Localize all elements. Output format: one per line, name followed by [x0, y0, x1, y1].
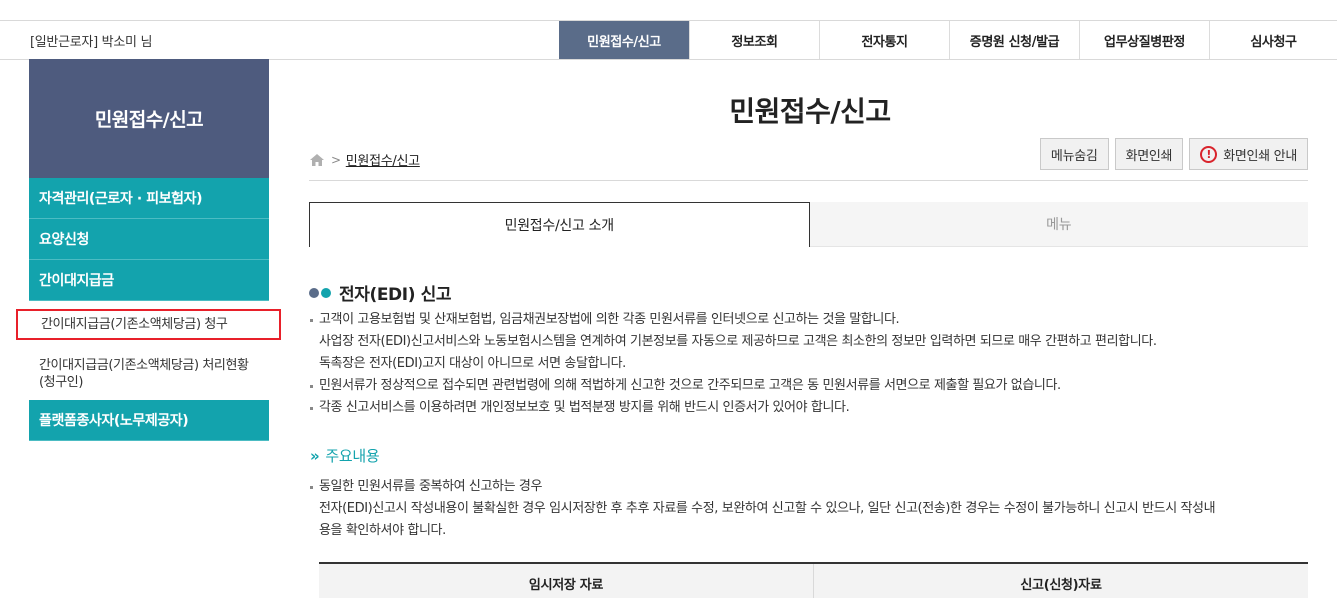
home-icon[interactable]: [309, 153, 325, 167]
sidebar-menu: 자격관리(근로자 · 피보험자) 요양신청 간이대지급금 간이대지급금(기존소액…: [16, 178, 281, 441]
tab-bar: 민원접수/신고 소개 메뉴: [309, 202, 1308, 247]
tab-menu[interactable]: 메뉴: [809, 202, 1308, 247]
sidebar-item-qualification[interactable]: 자격관리(근로자 · 피보험자): [29, 178, 269, 219]
list-item: 민원서류가 정상적으로 접수되면 관련법령에 의해 적법하게 신고한 것으로 간…: [309, 375, 1329, 397]
list-item: 동일한 민원서류를 중복하여 신고하는 경우: [309, 476, 1334, 498]
print-button[interactable]: 화면인쇄: [1114, 138, 1184, 170]
sidebar-item-medical-care[interactable]: 요양신청: [29, 219, 269, 260]
global-nav: 민원접수/신고 정보조회 전자통지 증명원 신청/발급 업무상질병판정 심사청구: [559, 21, 1337, 59]
subsection-title: » 주요내용: [310, 445, 380, 466]
subsection-title-text: 주요내용: [325, 447, 380, 465]
print-guide-button[interactable]: ! 화면인쇄 안내: [1189, 138, 1308, 170]
comparison-table-header: 임시저장 자료 신고(신청)자료: [319, 562, 1308, 598]
breadcrumb-current[interactable]: 민원접수/신고: [346, 150, 420, 169]
sidebar-submenu: 간이대지급금(기존소액체당금) 청구 간이대지급금(기존소액체당금) 처리현황(…: [16, 301, 281, 400]
nav-item-e-notice[interactable]: 전자통지: [819, 21, 949, 59]
page-title: 민원접수/신고: [729, 95, 891, 128]
sidebar-item-simple-payment[interactable]: 간이대지급금: [29, 260, 269, 301]
hide-menu-button[interactable]: 메뉴숨김: [1039, 138, 1109, 170]
list-item: 전자(EDI)신고시 작성내용이 불확실한 경우 임시저장한 후 추후 자료를 …: [319, 501, 1216, 516]
list-item: 독촉장은 전자(EDI)고지 대상이 아니므로 서면 송달합니다.: [319, 356, 626, 371]
top-strip: [0, 0, 1337, 20]
sidebar-header: 민원접수/신고: [29, 59, 269, 178]
info-icon: !: [1200, 145, 1218, 163]
sidebar-subitem-status[interactable]: 간이대지급금(기존소액체당금) 처리현황(청구인): [29, 354, 269, 394]
table-header-submitted: 신고(신청)자료: [813, 564, 1308, 598]
divider: [309, 180, 1308, 181]
list-item: 각종 신고서비스를 이용하려면 개인정보보호 및 법적분쟁 방지를 위해 반드시…: [309, 397, 1329, 419]
print-guide-label: 화면인쇄 안내: [1223, 148, 1297, 164]
bullet-dots-icon: [309, 287, 331, 298]
list-item: 사업장 전자(EDI)신고서비스와 노동보험시스템을 연계하여 기본정보를 자동…: [319, 334, 1157, 349]
edi-description-list: 고객이 고용보험법 및 산재보험법, 임금채권보장법에 의한 각종 민원서류를 …: [309, 309, 1329, 419]
list-item: 용을 확인하셔야 합니다.: [319, 523, 446, 538]
nav-item-info-inquiry[interactable]: 정보조회: [689, 21, 819, 59]
user-name: [일반근로자] 박소미 님: [30, 35, 153, 50]
top-bar: [일반근로자] 박소미 님 민원접수/신고 정보조회 전자통지 증명원 신청/발…: [0, 20, 1337, 60]
nav-item-appeal[interactable]: 심사청구: [1209, 21, 1337, 59]
chevron-right-icon: >: [331, 152, 341, 167]
nav-item-certificate[interactable]: 증명원 신청/발급: [949, 21, 1079, 59]
list-item: 고객이 고용보험법 및 산재보험법, 임금채권보장법에 의한 각종 민원서류를 …: [309, 309, 1329, 331]
main-content-list: 동일한 민원서류를 중복하여 신고하는 경우 전자(EDI)신고시 작성내용이 …: [309, 476, 1334, 542]
section-title: 전자(EDI) 신고: [309, 280, 451, 305]
breadcrumb: > 민원접수/신고: [309, 150, 420, 169]
section-title-text: 전자(EDI) 신고: [339, 285, 452, 305]
double-chevron-icon: »: [310, 446, 320, 465]
nav-item-occupational-disease[interactable]: 업무상질병판정: [1079, 21, 1209, 59]
sidebar-subitem-claim[interactable]: 간이대지급금(기존소액체당금) 청구: [16, 309, 281, 340]
nav-item-civil-complaint[interactable]: 민원접수/신고: [559, 21, 689, 59]
page-tools: 메뉴숨김 화면인쇄 ! 화면인쇄 안내: [1039, 138, 1308, 170]
sidebar-title: 민원접수/신고: [94, 109, 204, 131]
table-header-temp-saved: 임시저장 자료: [528, 577, 604, 593]
sidebar-item-platform-worker[interactable]: 플랫폼종사자(노무제공자): [29, 400, 269, 441]
tab-introduction[interactable]: 민원접수/신고 소개: [309, 202, 810, 247]
